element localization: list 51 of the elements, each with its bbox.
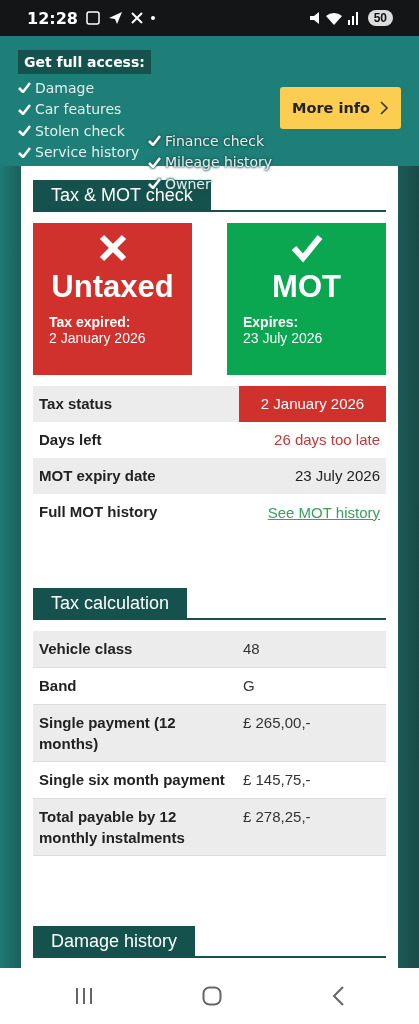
- tile-date: 23 July 2026: [243, 330, 324, 346]
- row-value: 48: [242, 639, 261, 659]
- check-icon: [148, 178, 161, 190]
- row-label: Single six month payment: [38, 770, 226, 790]
- tile-title: MOT: [271, 269, 342, 305]
- row-label: Total payable by 12 monthly instalments: [38, 807, 186, 848]
- row-label: MOT expiry date: [38, 466, 157, 486]
- feature-text: Finance check: [165, 132, 264, 149]
- recent-apps-icon[interactable]: [74, 987, 95, 1005]
- row-label: Full MOT history: [38, 502, 159, 522]
- check-icon: [290, 233, 323, 263]
- tax-status-value: 2 January 2026: [239, 386, 386, 422]
- row-label: Band: [38, 676, 78, 696]
- row-value: £ 145,75,-: [242, 770, 312, 790]
- row-label: Vehicle class: [38, 639, 134, 659]
- feature-text: Service history: [35, 144, 140, 161]
- signal-icons: [307, 10, 360, 26]
- screenshot-icon: [85, 11, 100, 25]
- row-value: G: [242, 676, 256, 696]
- tile-date: 2 January 2026: [49, 330, 147, 346]
- back-icon[interactable]: [330, 986, 345, 1006]
- check-icon: [148, 135, 161, 147]
- value-cell-text: 26 days too late: [273, 430, 381, 450]
- tile-label: Expires:: [243, 314, 300, 330]
- row-label: Tax status: [38, 394, 114, 414]
- more-info-button[interactable]: More info: [280, 87, 401, 129]
- cross-icon: [97, 233, 128, 263]
- value-cell-text: 23 July 2026: [293, 466, 381, 486]
- feature-text: Damage: [35, 79, 95, 96]
- check-icon: [18, 103, 31, 115]
- check-icon: [18, 82, 31, 94]
- row-label: Days left: [38, 430, 103, 450]
- feature-text: Stolen check: [35, 122, 125, 139]
- feature-text: Car features: [35, 101, 122, 118]
- section-title: Tax calculation: [33, 588, 188, 618]
- missed-call-icon: [130, 12, 143, 24]
- check-icon: [18, 146, 31, 158]
- row-label: Single payment (12 months): [38, 713, 177, 754]
- status-time: 12:28: [27, 8, 78, 28]
- tile-label: Tax expired:: [49, 314, 132, 330]
- tile-title: Untaxed: [50, 269, 175, 305]
- row-value: £ 278,25,-: [242, 807, 312, 827]
- home-icon[interactable]: [202, 986, 223, 1006]
- section-title: Damage history: [33, 926, 196, 956]
- battery-level: 50: [367, 10, 393, 26]
- send-icon: [107, 11, 123, 25]
- row-value: £ 265,00,-: [242, 713, 312, 733]
- chevron-right-icon: [380, 101, 389, 115]
- check-icon: [18, 125, 31, 137]
- dot-icon: [150, 16, 155, 20]
- promo-title: Get full access:: [18, 50, 151, 74]
